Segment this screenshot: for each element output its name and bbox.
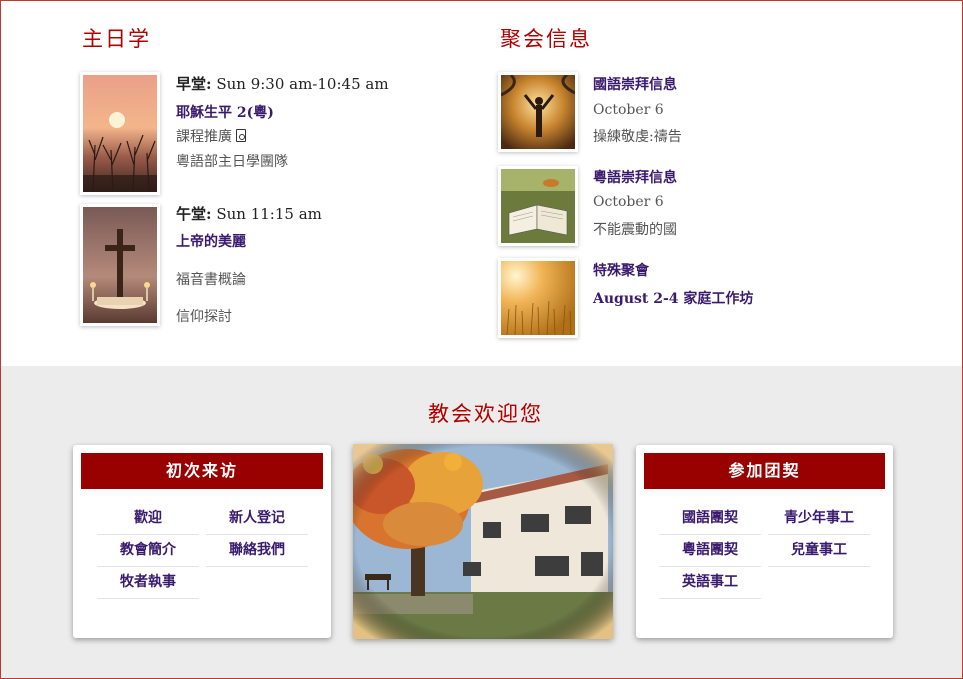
- welcome-title: 教会欢迎您: [428, 402, 543, 426]
- sunset-image[interactable]: [80, 72, 160, 195]
- link-mandarin-fellowship[interactable]: 國語團契: [659, 503, 761, 535]
- gathering-3-date[interactable]: August 2-4 家庭工作坊: [593, 288, 753, 308]
- special-gathering-image[interactable]: [498, 258, 578, 338]
- link-youth-ministry[interactable]: 青少年事工: [768, 503, 870, 535]
- afternoon-course-link[interactable]: 上帝的美麗: [176, 231, 246, 251]
- first-visit-header: 初次来访: [81, 453, 323, 489]
- link-newcomer-register[interactable]: 新人登记: [206, 503, 308, 535]
- afternoon-item-1: 福音書概論: [176, 272, 246, 288]
- gatherings-title: 聚会信息: [500, 27, 592, 51]
- morning-time-value: Sun 9:30 am-10:45 am: [216, 75, 389, 93]
- join-fellowship-card: 参加团契 國語團契 青少年事工 粵語團契 兒童事工 英語事工: [636, 445, 893, 638]
- morning-time-label: 早堂:: [176, 75, 212, 93]
- morning-team: 粵語部主日學團隊: [176, 154, 288, 170]
- cross-image[interactable]: [80, 204, 160, 326]
- gathering-2-title[interactable]: 粵語崇拜信息: [593, 167, 677, 187]
- gathering-2-date: October 6: [593, 194, 664, 210]
- link-children-ministry[interactable]: 兒童事工: [768, 535, 870, 567]
- worship-mandarin-image[interactable]: [498, 72, 578, 152]
- link-contact-us[interactable]: 聯絡我們: [206, 535, 308, 567]
- gathering-3-title[interactable]: 特殊聚會: [593, 260, 649, 280]
- link-english-ministry[interactable]: 英語事工: [659, 567, 761, 599]
- afternoon-time-label: 午堂:: [176, 205, 212, 223]
- link-cantonese-fellowship[interactable]: 粵語團契: [659, 535, 761, 567]
- worship-cantonese-image[interactable]: [498, 166, 578, 246]
- afternoon-item-2: 信仰探討: [176, 309, 232, 325]
- church-building-photo: [353, 444, 613, 639]
- course-recommend[interactable]: 課程推廣: [176, 126, 246, 146]
- gathering-1-title[interactable]: 國語崇拜信息: [593, 74, 677, 94]
- link-pastors-deacons[interactable]: 牧者執事: [97, 567, 199, 599]
- afternoon-time: 午堂: Sun 11:15 am: [176, 203, 322, 224]
- gathering-1-date: October 6: [593, 102, 664, 118]
- morning-course-link[interactable]: 耶穌生平 2(粵): [176, 102, 274, 122]
- link-welcome[interactable]: 歡迎: [97, 503, 199, 535]
- pdf-icon[interactable]: [236, 129, 246, 142]
- join-fellowship-header: 参加团契: [644, 453, 885, 489]
- top-section: 主日学 早堂: Sun 9:30 am-10:45 am 耶穌生平 2(粵) 課…: [1, 1, 962, 366]
- afternoon-time-value: Sun 11:15 am: [216, 205, 322, 223]
- morning-time: 早堂: Sun 9:30 am-10:45 am: [176, 73, 389, 94]
- gathering-1-detail: 操練敬虔:禱告: [593, 129, 682, 145]
- gathering-2-detail: 不能震動的國: [593, 222, 677, 238]
- course-recommend-label: 課程推廣: [176, 129, 232, 145]
- first-visit-card: 初次来访 歡迎 新人登记 教會簡介 聯絡我們 牧者執事: [73, 445, 331, 638]
- sunday-school-title: 主日学: [82, 27, 151, 51]
- link-church-intro[interactable]: 教會簡介: [97, 535, 199, 567]
